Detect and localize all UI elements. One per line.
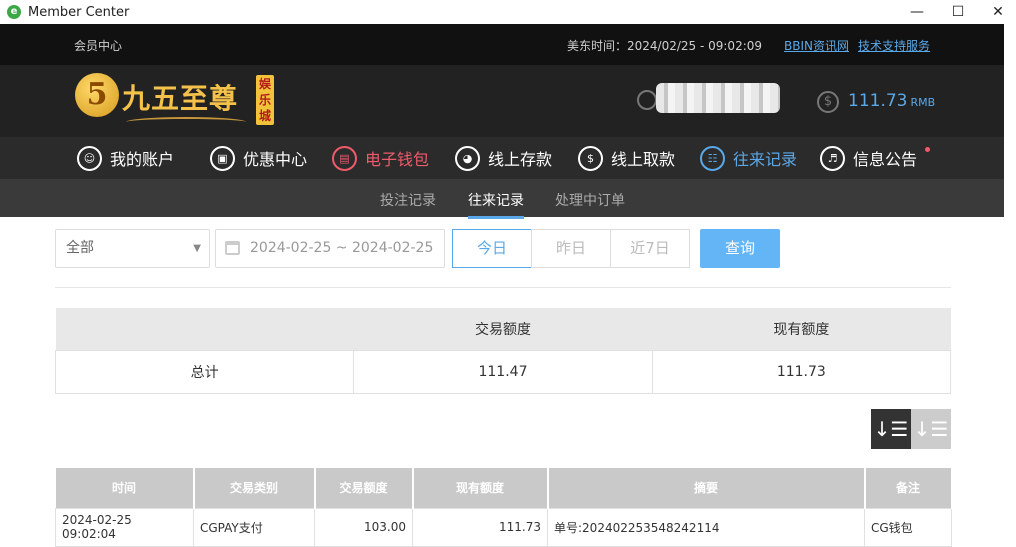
query-button[interactable]: 查询 <box>700 229 780 268</box>
cell-summary: 单号:202402253548242114 <box>547 507 865 547</box>
sort-asc-button[interactable]: ↓☰ <box>911 409 951 449</box>
range-yesterday-button[interactable]: 昨日 <box>531 229 611 268</box>
logo-badge: 娱乐城 <box>256 75 274 125</box>
summary-amount: 111.47 <box>353 349 653 394</box>
col-summary: 摘要 <box>547 468 866 508</box>
type-select[interactable]: 全部 ▼ <box>55 229 210 268</box>
sort-asc-icon: ↓☰ <box>913 417 949 441</box>
table-row: 2024-02-25 09:02:04 CGPAY支付 103.00 111.7… <box>55 507 952 547</box>
cell-amount: 103.00 <box>314 507 413 547</box>
member-center-label: 会员中心 <box>74 39 123 53</box>
top-info-bar: 会员中心 美东时间：2024/02/25 - 09:02:09 BBIN资讯网 … <box>0 24 1004 65</box>
tab-bet-records[interactable]: 投注记录 <box>380 190 436 210</box>
calendar-icon <box>225 241 240 255</box>
filter-bar: 全部 ▼ 2024-02-25 ~ 2024-02-25 今日 昨日 近7日 查… <box>55 229 955 268</box>
col-balance: 现有额度 <box>412 468 549 508</box>
range-today-button[interactable]: 今日 <box>452 229 532 268</box>
col-type: 交易类别 <box>193 468 316 508</box>
withdraw-icon: $ <box>578 145 603 171</box>
divider <box>55 287 951 288</box>
range-7days-button[interactable]: 近7日 <box>610 229 690 268</box>
close-button[interactable]: ✕ <box>978 0 1016 24</box>
dollar-icon: $ <box>817 91 839 113</box>
header-bar: 5 九五至尊 娱乐城 $ 111.73 RMB <box>0 65 1004 137</box>
summary-row: 总计 111.47 111.73 <box>54 349 952 394</box>
nav-online-deposit[interactable]: ◕ 线上存款 <box>455 145 552 171</box>
sub-nav: 投注记录 往来记录 处理中订单 <box>0 179 1004 219</box>
minimize-button[interactable]: — <box>897 0 937 24</box>
logo-ornament <box>126 117 246 127</box>
cell-type: CGPAY支付 <box>193 507 315 547</box>
deposit-icon: ◕ <box>455 145 480 171</box>
summary-table: 交易额度 现有额度 总计 111.47 111.73 <box>54 308 952 394</box>
sort-desc-icon: ↓☰ <box>873 417 909 441</box>
nav-transaction-records[interactable]: ☷ 往来记录 <box>700 145 797 171</box>
col-amount: 交易额度 <box>314 468 414 508</box>
user-icon <box>637 90 657 110</box>
wallet-icon: ▤ <box>332 145 357 171</box>
user-circle-icon: ☺ <box>77 145 102 171</box>
summary-total-label: 总计 <box>54 349 355 394</box>
logo-text: 九五至尊 <box>122 82 239 115</box>
app-icon: e <box>7 5 21 19</box>
caret-down-icon: ▼ <box>193 243 201 254</box>
records-table: 时间 交易类别 交易额度 现有额度 摘要 备注 2024-02-25 09:02… <box>55 468 953 547</box>
bell-icon: ♬ <box>820 145 845 171</box>
balance-amount: 111.73 RMB <box>848 91 936 111</box>
est-time: 美东时间：2024/02/25 - 09:02:09 <box>567 39 763 53</box>
col-time: 时间 <box>55 468 195 508</box>
bbin-news-link[interactable]: BBIN资讯网 <box>784 37 849 54</box>
nav-e-wallet[interactable]: ▤ 电子钱包 <box>332 145 429 171</box>
notification-dot <box>925 147 930 152</box>
main-nav: ☺ 我的账户 ▣ 优惠中心 ▤ 电子钱包 ◕ 线上存款 $ 线上取款 ☷ 往来记录 ♬ 信息公… <box>0 137 1004 179</box>
tech-support-link[interactable]: 技术支持服务 <box>858 37 930 54</box>
nav-announcements[interactable]: ♬ 信息公告 <box>820 145 917 171</box>
records-icon: ☷ <box>700 145 725 171</box>
tab-pending-orders[interactable]: 处理中订单 <box>555 190 625 210</box>
nav-online-withdraw[interactable]: $ 线上取款 <box>578 145 675 171</box>
cell-balance: 111.73 <box>412 507 548 547</box>
window-title: Member Center <box>28 4 130 20</box>
summary-header-blank <box>55 308 354 350</box>
logo-mark: 5 <box>75 73 119 117</box>
summary-balance: 111.73 <box>651 349 952 394</box>
sort-desc-button[interactable]: ↓☰ <box>871 409 911 449</box>
col-remark: 备注 <box>864 468 953 508</box>
nav-my-account[interactable]: ☺ 我的账户 <box>77 145 174 171</box>
cell-remark: CG钱包 <box>864 507 952 547</box>
username-redacted <box>656 83 780 113</box>
window-titlebar: e Member Center — ☐ ✕ <box>0 0 1016 24</box>
gift-icon: ▣ <box>210 145 235 171</box>
summary-header-amount: 交易额度 <box>353 308 653 350</box>
cell-time: 2024-02-25 09:02:04 <box>55 507 194 547</box>
nav-promotions[interactable]: ▣ 优惠中心 <box>210 145 307 171</box>
date-range-input[interactable]: 2024-02-25 ~ 2024-02-25 <box>215 229 445 268</box>
maximize-button[interactable]: ☐ <box>938 0 978 24</box>
tab-transaction-records[interactable]: 往来记录 <box>468 190 524 219</box>
summary-header-balance: 现有额度 <box>652 308 951 350</box>
